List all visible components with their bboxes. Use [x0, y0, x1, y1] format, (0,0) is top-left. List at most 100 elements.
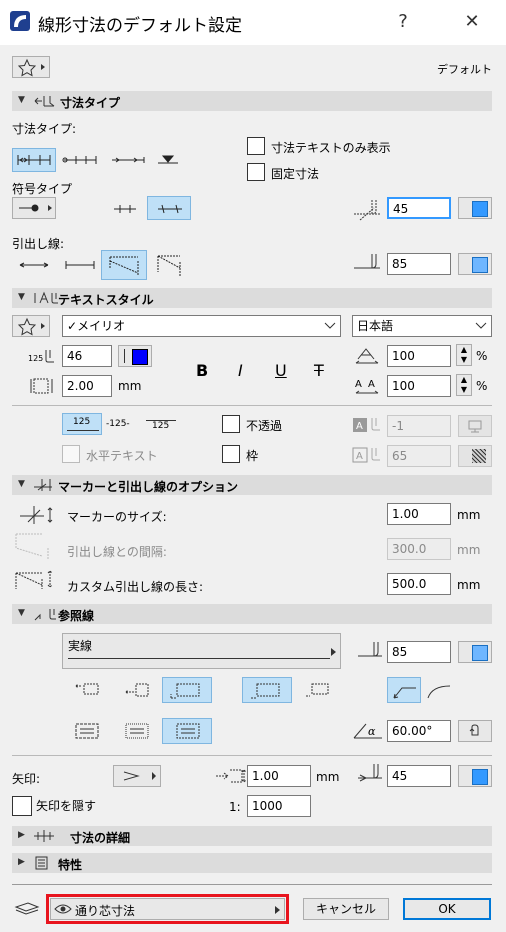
ref-line-pen-input[interactable]: 85	[387, 641, 451, 663]
fixed-dimension-label: 固定寸法	[271, 167, 320, 181]
witness-pen-icon	[352, 252, 386, 276]
frame-checkbox[interactable]	[222, 445, 240, 463]
ref-position-option-3[interactable]	[162, 677, 212, 703]
bold-button[interactable]: B	[196, 361, 208, 380]
language-select[interactable]: 日本語	[352, 315, 492, 337]
collapse-icon: ▼	[18, 608, 25, 618]
marker-dot-icon	[13, 204, 52, 212]
frame-pen-input[interactable]: 65	[387, 445, 451, 467]
symbol-option-selected[interactable]	[147, 196, 191, 220]
text-favorites-button[interactable]	[12, 315, 50, 337]
strikethrough-button[interactable]: T	[314, 361, 324, 380]
line-type-selector[interactable]: 実線	[62, 633, 341, 669]
cancel-button[interactable]: キャンセル	[303, 898, 389, 920]
scale-input[interactable]: 1000	[247, 795, 311, 817]
background-pen-button[interactable]	[458, 415, 492, 437]
ref-line-pen-color-button[interactable]	[458, 641, 492, 663]
custom-witness-input[interactable]: 500.0	[387, 573, 451, 595]
collapse-icon: ▼	[18, 479, 25, 489]
ref-position-icon-3	[163, 678, 213, 704]
arrow-size-input[interactable]: 1.00	[247, 765, 311, 787]
symbol-cross-icon[interactable]	[110, 199, 140, 219]
frame-pen-color-button[interactable]	[458, 445, 492, 467]
underline	[67, 430, 99, 431]
text-color-button[interactable]	[118, 345, 152, 367]
frame-style-icon-1[interactable]	[72, 720, 102, 742]
frame-style-icon-2[interactable]	[122, 720, 152, 742]
ref-position-icon-2[interactable]	[122, 680, 152, 700]
hide-arrow-checkbox[interactable]	[12, 796, 32, 816]
witness-pen-input[interactable]: 85	[387, 253, 451, 275]
leader-curved-icon[interactable]	[424, 680, 454, 700]
ref-position-icon-1[interactable]	[72, 680, 102, 700]
ref-position-option-4[interactable]	[242, 677, 292, 703]
percent-label: %	[476, 349, 488, 363]
text-only-checkbox[interactable]	[247, 137, 265, 155]
witness-line-custom-icon[interactable]	[152, 250, 188, 280]
text-width-icon	[354, 345, 380, 367]
underline-button[interactable]: U	[275, 361, 287, 380]
ok-button[interactable]: OK	[403, 898, 491, 920]
section-dimension-type[interactable]: ▼ 寸法タイプ	[12, 91, 492, 111]
section-properties[interactable]: ▶ 特性	[12, 853, 492, 873]
favorites-button[interactable]	[12, 56, 50, 78]
opaque-checkbox[interactable]	[222, 415, 240, 433]
text-gap-input[interactable]: 2.00	[62, 375, 112, 397]
divider	[12, 405, 492, 406]
leader-straight-icon	[388, 678, 422, 704]
dimension-type-label: 寸法タイプ:	[12, 122, 77, 136]
horizontal-text-checkbox[interactable]	[62, 445, 80, 463]
svg-text:A: A	[356, 421, 363, 432]
text-position-option-selected[interactable]: 125	[62, 413, 102, 435]
angle-pen-color-button[interactable]	[458, 197, 492, 219]
witness-option-selected[interactable]	[101, 250, 147, 280]
witness-gap-input[interactable]: 300.0	[387, 538, 451, 560]
section-reference-line[interactable]: ▼ 参照線	[12, 604, 492, 624]
frame-style-option-3[interactable]	[162, 718, 212, 744]
text-sample-below[interactable]: 125	[152, 421, 169, 431]
filter-dropdown[interactable]: 通り芯寸法	[50, 898, 285, 920]
background-pen-input[interactable]: -1	[387, 415, 451, 437]
section-marker-options[interactable]: ▼ マーカーと引出し線のオプション	[12, 475, 492, 495]
separator	[124, 349, 125, 363]
marker-size-input[interactable]: 1.00	[387, 503, 451, 525]
pen-color-swatch	[472, 769, 488, 785]
ref-angle-input[interactable]: 60.00°	[387, 720, 451, 742]
text-width-spinner[interactable]: ▲ ▼	[456, 344, 472, 366]
ref-position-icon-4	[243, 678, 293, 704]
font-select[interactable]: ✓メイリオ	[62, 315, 341, 337]
section-title: 寸法の詳細	[70, 831, 131, 845]
section-title: 特性	[58, 858, 83, 872]
hide-arrow-label: 矢印を隠す	[36, 799, 97, 813]
arrow-open-icon	[114, 766, 156, 786]
star-icon	[13, 57, 45, 77]
percent-label: %	[476, 379, 488, 393]
ref-angle-lock-button[interactable]	[458, 720, 492, 742]
text-sample-inline[interactable]: -125-	[106, 419, 130, 429]
close-button[interactable]: ✕	[452, 8, 492, 36]
witness-gap-label: 引出し線との間隔:	[67, 545, 167, 559]
arrow-pen-color-button[interactable]	[458, 765, 492, 787]
witness-line-label: 引出し線:	[12, 237, 65, 251]
hatch-swatch	[472, 449, 486, 463]
ref-position-icon-5[interactable]	[302, 680, 332, 700]
angle-pen-input[interactable]: 45	[387, 197, 451, 219]
section-dimension-details[interactable]: ▶ 寸法の詳細	[12, 826, 492, 846]
italic-button[interactable]: I	[238, 361, 243, 380]
fixed-dimension-checkbox[interactable]	[247, 163, 265, 181]
svg-text:A: A	[356, 451, 363, 462]
symbol-tick-icon	[148, 197, 192, 221]
arrow-pen-input[interactable]: 45	[387, 765, 451, 787]
section-text-style[interactable]: ▼ テキストスタイル	[12, 288, 492, 308]
arrow-type-dropdown[interactable]	[113, 765, 161, 787]
text-size-input[interactable]: 46	[62, 345, 112, 367]
text-color-swatch	[132, 349, 148, 365]
leader-shape-straight[interactable]	[387, 677, 421, 703]
witness-pen-color-button[interactable]	[458, 253, 492, 275]
symbol-type-dropdown[interactable]	[12, 197, 56, 219]
char-spacing-input[interactable]: 100	[387, 375, 451, 397]
text-width-input[interactable]: 100	[387, 345, 451, 367]
help-button[interactable]: ?	[383, 8, 423, 36]
text-gap-unit: mm	[118, 379, 142, 393]
char-spacing-spinner[interactable]: ▲ ▼	[456, 374, 472, 396]
